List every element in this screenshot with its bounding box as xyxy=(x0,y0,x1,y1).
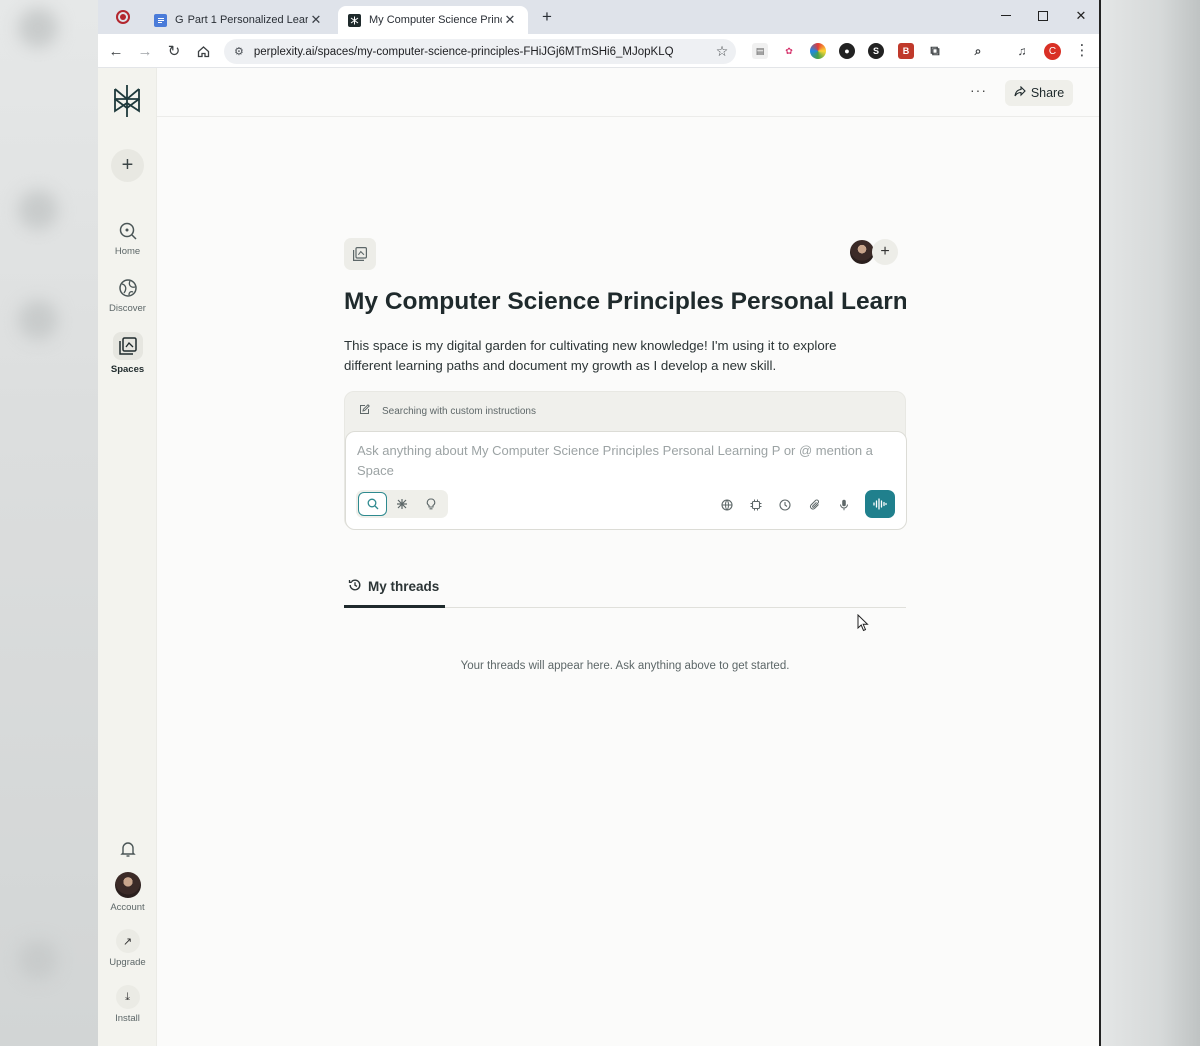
microphone-icon[interactable] xyxy=(835,496,853,514)
tab-strip: G Part 1 Personalized Learning ✕ My Comp… xyxy=(98,0,1099,34)
globe-icon[interactable] xyxy=(718,496,736,514)
sidebar-item-upgrade[interactable]: ↗ Upgrade xyxy=(98,929,157,968)
mouse-cursor-icon xyxy=(857,614,869,632)
audio-waveform-icon xyxy=(873,498,887,510)
research-mode-icon[interactable] xyxy=(387,492,416,516)
new-tab-button[interactable]: + xyxy=(536,6,558,28)
ask-placeholder: Ask anything about My Computer Science P… xyxy=(357,443,873,478)
spaces-icon xyxy=(117,335,139,357)
share-label: Share xyxy=(1030,86,1065,100)
sidebar-item-label: Home xyxy=(114,246,141,257)
labs-mode-icon[interactable] xyxy=(416,492,445,516)
sidebar-item-spaces[interactable]: Spaces xyxy=(98,332,157,375)
home-icon[interactable] xyxy=(192,40,214,62)
back-arrow-icon[interactable]: ← xyxy=(105,40,127,62)
new-thread-button[interactable]: + xyxy=(111,149,144,182)
search-tabs-icon[interactable]: ⌕ xyxy=(970,43,986,59)
browser-tab-docs[interactable]: G Part 1 Personalized Learning ✕ xyxy=(144,6,334,34)
history-icon xyxy=(348,578,362,595)
attach-paperclip-icon[interactable] xyxy=(806,496,824,514)
add-collaborator-button[interactable]: + xyxy=(872,239,898,265)
tab-label: My threads xyxy=(368,579,440,594)
perplexity-icon xyxy=(348,13,361,27)
space-emoji-icon[interactable] xyxy=(344,238,376,270)
sidebar-item-discover[interactable]: Discover xyxy=(98,277,157,314)
close-window-button[interactable]: ✕ xyxy=(1063,5,1099,27)
sidebar-item-label: Spaces xyxy=(110,364,145,375)
ask-input[interactable]: Ask anything about My Computer Science P… xyxy=(345,431,907,530)
browser-tab-perplexity[interactable]: My Computer Science Principles ✕ xyxy=(338,6,528,34)
maximize-button[interactable] xyxy=(1025,5,1061,27)
browser-toolbar: ← → ↻ ⚙ perplexity.ai/spaces/my-computer… xyxy=(98,34,1099,68)
extension-color-icon[interactable] xyxy=(810,43,826,59)
custom-instructions-button[interactable]: Searching with custom instructions xyxy=(359,404,536,418)
query-card: Searching with custom instructions Ask a… xyxy=(344,391,907,530)
sidebar-item-label: Install xyxy=(115,1013,140,1024)
download-icon: ⤓ xyxy=(115,985,140,1009)
empty-threads-message: Your threads will appear here. Ask anyth… xyxy=(460,660,790,672)
tab-title: Part 1 Personalized Learning xyxy=(187,14,308,26)
sidebar-item-account[interactable]: Account xyxy=(98,872,157,913)
blurred-background-left xyxy=(0,0,98,1046)
minimize-button[interactable] xyxy=(988,5,1024,27)
extension-cast-icon[interactable]: ▤ xyxy=(752,43,768,59)
collaborators: + xyxy=(848,238,898,266)
threads-tabs: My threads xyxy=(344,568,906,608)
site-settings-icon[interactable]: ⚙ xyxy=(234,45,244,58)
recording-icon[interactable] xyxy=(116,10,130,24)
url-text: perplexity.ai/spaces/my-computer-science… xyxy=(253,45,674,58)
sidebar-item-label: Discover xyxy=(109,303,146,314)
google-docs-icon xyxy=(154,13,167,27)
page-header: ··· Share xyxy=(157,68,1099,117)
model-chip-icon[interactable] xyxy=(747,496,765,514)
space-description[interactable]: This space is my digital garden for cult… xyxy=(344,336,884,376)
bell-icon xyxy=(117,838,139,860)
edit-pencil-icon xyxy=(359,404,370,418)
tab-prefix-g: G xyxy=(175,14,184,26)
extensions-puzzle-icon[interactable]: ⧉ xyxy=(927,43,943,59)
search-mode-icon[interactable] xyxy=(358,492,387,516)
bookmark-star-icon[interactable]: ☆ xyxy=(708,43,736,60)
sidebar-item-label: Upgrade xyxy=(109,957,146,968)
share-arrow-icon xyxy=(1014,85,1026,100)
arrow-up-right-icon: ↗ xyxy=(115,929,140,953)
tab-my-threads[interactable]: My threads xyxy=(344,568,445,608)
custom-instructions-label: Searching with custom instructions xyxy=(382,405,536,417)
share-button[interactable]: Share xyxy=(1005,80,1073,106)
browser-window: G Part 1 Personalized Learning ✕ My Comp… xyxy=(98,0,1101,1046)
close-tab-icon[interactable]: ✕ xyxy=(308,12,324,28)
address-bar[interactable]: ⚙ perplexity.ai/spaces/my-computer-scien… xyxy=(224,39,736,64)
sidebar: + Home Discover Spaces Account ↗ Upgrade… xyxy=(98,68,157,1046)
globe-icon xyxy=(117,277,139,299)
blurred-background-right xyxy=(1101,0,1200,1046)
close-tab-icon[interactable]: ✕ xyxy=(502,12,518,28)
sidebar-item-home[interactable]: Home xyxy=(98,220,157,257)
profile-avatar[interactable]: C xyxy=(1044,43,1061,60)
perplexity-logo[interactable] xyxy=(112,84,142,118)
avatar xyxy=(114,872,141,898)
reload-icon[interactable]: ↻ xyxy=(163,40,185,62)
search-mode-selector xyxy=(356,490,448,518)
tab-title: My Computer Science Principles xyxy=(369,14,502,26)
clock-icon[interactable] xyxy=(776,496,794,514)
extension-s-icon[interactable]: S xyxy=(868,43,884,59)
notifications-button[interactable] xyxy=(98,838,157,860)
perplexity-page: + Home Discover Spaces Account ↗ Upgrade… xyxy=(98,68,1099,1046)
more-options-icon[interactable]: ··· xyxy=(970,82,987,98)
page-title[interactable]: My Computer Science Principles Personal … xyxy=(344,288,906,316)
browser-menu-icon[interactable]: ⋮ xyxy=(1074,41,1090,59)
extension-bird-icon[interactable]: ✿ xyxy=(781,43,797,59)
forward-arrow-icon[interactable]: → xyxy=(134,40,156,62)
extension-circle-icon[interactable]: ● xyxy=(839,43,855,59)
extension-b-icon[interactable]: B xyxy=(898,43,914,59)
sidebar-item-label: Account xyxy=(110,902,145,913)
sidebar-item-install[interactable]: ⤓ Install xyxy=(98,985,157,1024)
home-search-icon xyxy=(117,220,139,242)
voice-mode-button[interactable] xyxy=(865,490,895,518)
media-control-icon[interactable]: ♫ xyxy=(1014,43,1030,59)
